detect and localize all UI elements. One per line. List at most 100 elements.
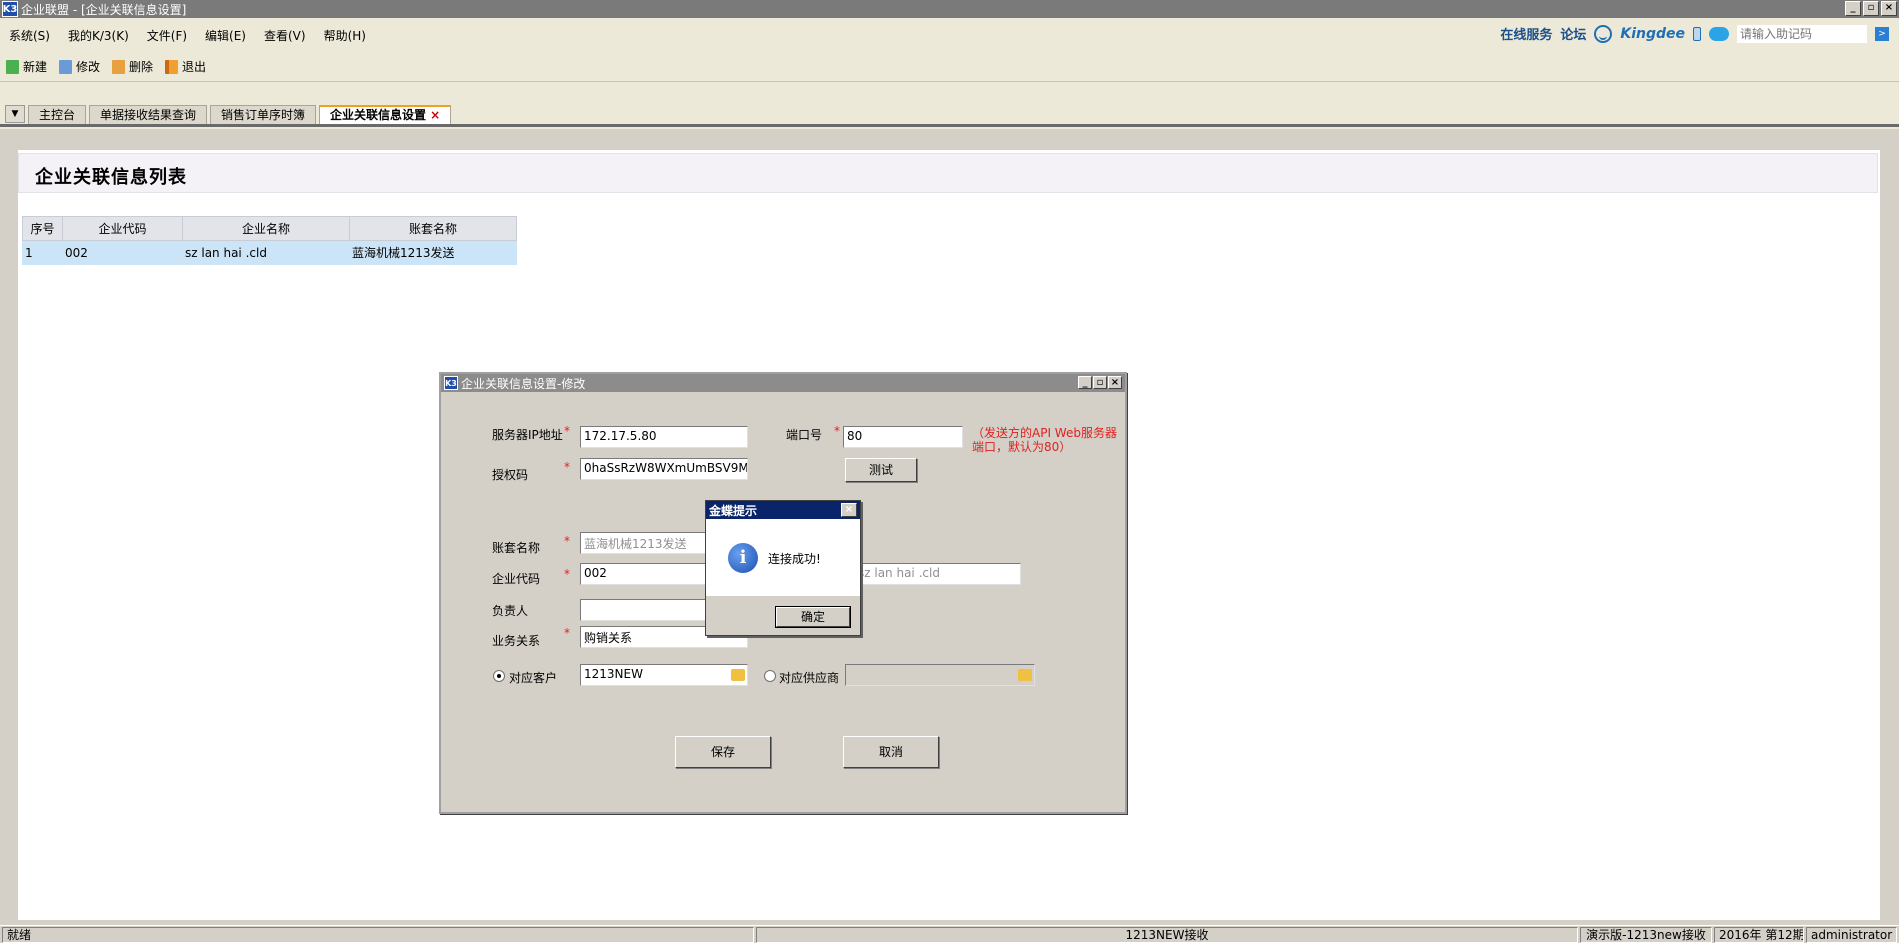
tab-label: 企业关联信息设置 — [330, 108, 427, 122]
server-ip-field[interactable]: 172.17.5.80 — [580, 426, 748, 448]
column-header-no[interactable]: 序号 — [22, 216, 63, 241]
dialog-restore-button[interactable]: ▫ — [1093, 376, 1107, 389]
delete-label: 删除 — [129, 60, 154, 74]
owner-label: 负责人 — [492, 604, 529, 618]
lookup-icon[interactable] — [731, 669, 745, 681]
list-header: 企业关联信息列表 — [18, 153, 1878, 193]
status-edition: 演示版-1213new接收 — [1580, 927, 1712, 943]
new-label: 新建 — [23, 60, 48, 74]
k3-logo-icon: K3 — [2, 1, 18, 17]
status-user: administrator — [1806, 927, 1897, 943]
tab-divider — [0, 124, 1899, 127]
tabs: 主控台 单据接收结果查询 销售订单序时簿 企业关联信息设置 × — [28, 105, 454, 124]
window-title-bar: K3 企业联盟 - [企业关联信息设置] _ ▫ × — [0, 0, 1899, 18]
tab-receive-result-query[interactable]: 单据接收结果查询 — [89, 105, 208, 124]
required-mark: * — [564, 567, 570, 581]
menu-system[interactable]: 系统(S) — [0, 27, 59, 44]
helper-go-icon[interactable]: > — [1875, 26, 1889, 41]
dialog-title-bar: K3 企业关联信息设置-修改 _ ▫ × — [441, 374, 1125, 392]
customer-field[interactable]: 1213NEW — [580, 664, 748, 686]
customer-label: 对应客户 — [509, 671, 558, 685]
edit-icon — [59, 59, 73, 74]
menu-view[interactable]: 查看(V) — [255, 27, 315, 44]
customer-radio[interactable] — [493, 670, 505, 682]
tab-list-dropdown[interactable]: ▼ — [5, 105, 25, 123]
helper-code-input[interactable] — [1737, 24, 1867, 43]
server-ip-label: 服务器IP地址 — [492, 428, 563, 442]
status-ready: 就绪 — [2, 927, 754, 943]
forum-link[interactable]: 论坛 — [1560, 24, 1586, 43]
restore-button[interactable]: ▫ — [1863, 1, 1879, 16]
customer-value: 1213NEW — [584, 667, 643, 681]
edit-label: 修改 — [76, 60, 101, 74]
dialog-close-button[interactable]: × — [1108, 376, 1122, 389]
required-mark: * — [564, 626, 570, 640]
column-header-account[interactable]: 账套名称 — [349, 216, 517, 241]
cloud-icon[interactable] — [1709, 26, 1729, 41]
cell-code[interactable]: 002 — [62, 240, 183, 265]
supplier-label: 对应供应商 — [779, 671, 840, 685]
cell-name[interactable]: sz lan hai .cld — [182, 240, 350, 265]
tab-close-icon[interactable]: × — [430, 108, 440, 122]
delete-button[interactable]: 删除 — [112, 58, 153, 75]
alert-message: 连接成功! — [768, 552, 821, 566]
dialog-minimize-button[interactable]: _ — [1078, 376, 1092, 389]
save-button[interactable]: 保存 — [675, 736, 771, 768]
required-mark: * — [564, 424, 570, 438]
cell-no[interactable]: 1 — [22, 240, 63, 265]
port-field[interactable]: 80 — [843, 426, 963, 448]
chevron-down-icon: ▼ — [11, 109, 19, 119]
column-header-code[interactable]: 企业代码 — [62, 216, 183, 241]
exit-door-icon — [165, 59, 179, 74]
phone-icon[interactable] — [1693, 26, 1701, 41]
alert-title-bar: 金蝶提示 × — [706, 501, 860, 519]
new-button[interactable]: 新建 — [6, 58, 47, 75]
port-label: 端口号 — [786, 428, 823, 442]
trash-icon — [112, 59, 126, 74]
account-label: 账套名称 — [492, 541, 541, 555]
table-row[interactable]: 1 002 sz lan hai .cld 蓝海机械1213发送 — [22, 240, 517, 265]
exit-label: 退出 — [182, 60, 207, 74]
auth-code-label: 授权码 — [492, 468, 529, 482]
required-mark: * — [564, 534, 570, 548]
cell-account[interactable]: 蓝海机械1213发送 — [349, 240, 517, 265]
alert-dialog: 金蝶提示 × i 连接成功! 确定 — [705, 500, 861, 636]
column-header-name[interactable]: 企业名称 — [182, 216, 350, 241]
test-button[interactable]: 测试 — [845, 458, 917, 482]
cancel-button[interactable]: 取消 — [843, 736, 939, 768]
dialog-window-controls: _ ▫ × — [1078, 376, 1122, 389]
smile-icon[interactable] — [1594, 24, 1613, 43]
page-title: 企业关联信息列表 — [35, 167, 187, 188]
tab-main-console[interactable]: 主控台 — [28, 105, 87, 124]
exit-button[interactable]: 退出 — [165, 58, 206, 75]
supplier-field[interactable] — [845, 664, 1035, 686]
ok-button[interactable]: 确定 — [775, 606, 851, 628]
menu-help[interactable]: 帮助(H) — [315, 27, 375, 44]
edit-button[interactable]: 修改 — [59, 58, 100, 75]
tab-sales-order-list[interactable]: 销售订单序时簿 — [210, 105, 317, 124]
minimize-button[interactable]: _ — [1845, 1, 1861, 16]
kingdee-logo: Kingdee — [1620, 25, 1685, 42]
close-button[interactable]: × — [1881, 1, 1897, 16]
supplier-radio[interactable] — [764, 670, 776, 682]
window-controls: _ ▫ × — [1845, 1, 1897, 16]
online-service-link[interactable]: 在线服务 — [1500, 24, 1552, 43]
dialog-title: 企业关联信息设置-修改 — [461, 376, 586, 391]
lookup-icon[interactable] — [1018, 669, 1032, 681]
alert-body: i 连接成功! — [706, 519, 860, 596]
tab-bar: ▼ 主控台 单据接收结果查询 销售订单序时簿 企业关联信息设置 × — [0, 82, 1899, 129]
port-note: （发送方的API Web服务器端口，默认为80） — [972, 426, 1117, 454]
toolbar: 新建 修改 删除 退出 — [0, 52, 1899, 82]
menu-file[interactable]: 文件(F) — [138, 27, 196, 44]
menu-edit[interactable]: 编辑(E) — [196, 27, 255, 44]
status-bar: 就绪 1213NEW接收 演示版-1213new接收 2016年 第12期 ad… — [0, 925, 1899, 943]
enterprise-link-table: 序号 企业代码 企业名称 账套名称 1 002 sz lan hai .cld … — [22, 216, 517, 265]
menu-my-k3[interactable]: 我的K/3(K) — [59, 27, 138, 44]
auth-code-field[interactable]: 0haSsRzW8WXmUmBSV9MPQVU — [580, 458, 748, 480]
required-mark: * — [834, 424, 840, 438]
enterprise-code-label: 企业代码 — [492, 572, 541, 586]
tab-enterprise-link-settings[interactable]: 企业关联信息设置 × — [319, 105, 452, 124]
window-title: 企业联盟 - [企业关联信息设置] — [21, 2, 187, 17]
alert-close-button[interactable]: × — [841, 503, 857, 517]
relation-label: 业务关系 — [492, 634, 541, 648]
